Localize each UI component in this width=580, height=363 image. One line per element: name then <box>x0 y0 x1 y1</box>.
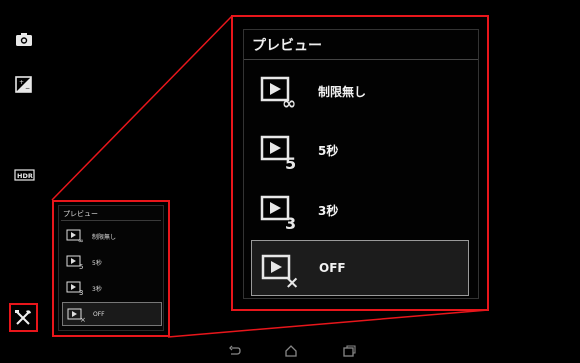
preview-off-icon: × <box>67 308 86 323</box>
home-icon[interactable] <box>284 344 298 358</box>
small-option-off[interactable]: × OFF <box>62 302 162 326</box>
option-label: OFF <box>319 261 346 275</box>
preview-menu-thumbnail: プレビュー ∞ 制限無し 5 5秒 3 3秒 × OFF <box>52 200 170 337</box>
small-divider <box>61 220 161 221</box>
preview-off-icon: × <box>261 254 299 289</box>
option-5s[interactable]: 5 5秒 <box>251 122 469 178</box>
menu-divider <box>244 59 478 60</box>
preview-menu-zoomed: プレビュー ∞ 制限無し 5 5秒 3 3秒 × OFF <box>231 15 489 311</box>
preview-3s-icon: 3 <box>260 195 296 230</box>
option-label: 制限無し <box>318 85 367 99</box>
small-option-label: 3秒 <box>92 286 102 293</box>
small-option-label: OFF <box>93 311 105 318</box>
option-3s[interactable]: 3 3秒 <box>251 182 469 238</box>
small-option-3s[interactable]: 3 3秒 <box>62 276 162 300</box>
preview-5s-icon: 5 <box>66 255 83 270</box>
menu-title: プレビュー <box>252 38 322 54</box>
option-unlimited[interactable]: ∞ 制限無し <box>251 63 469 119</box>
small-badge-3: × <box>80 316 86 323</box>
badge-2: 3 <box>285 214 296 230</box>
recent-apps-icon[interactable] <box>342 344 356 358</box>
badge-3: × <box>285 273 299 289</box>
preview-5s-icon: 5 <box>260 135 296 170</box>
preview-3s-icon: 3 <box>66 281 83 296</box>
option-label: 5秒 <box>318 144 339 158</box>
small-option-label: 5秒 <box>92 260 102 267</box>
small-option-5s[interactable]: 5 5秒 <box>62 250 162 274</box>
small-badge-1: 5 <box>79 263 83 270</box>
small-option-unlimited[interactable]: ∞ 制限無し <box>62 224 162 248</box>
preview-unlimited-icon: ∞ <box>260 76 296 111</box>
option-off[interactable]: × OFF <box>251 240 469 296</box>
option-label: 3秒 <box>318 204 339 218</box>
back-icon[interactable] <box>228 344 242 358</box>
small-menu-title: プレビュー <box>63 210 98 218</box>
badge-0: ∞ <box>282 94 296 111</box>
preview-unlimited-icon: ∞ <box>66 229 84 244</box>
small-badge-0: ∞ <box>78 237 84 244</box>
small-badge-2: 3 <box>79 289 83 296</box>
badge-1: 5 <box>285 154 296 170</box>
small-option-label: 制限無し <box>92 234 117 241</box>
